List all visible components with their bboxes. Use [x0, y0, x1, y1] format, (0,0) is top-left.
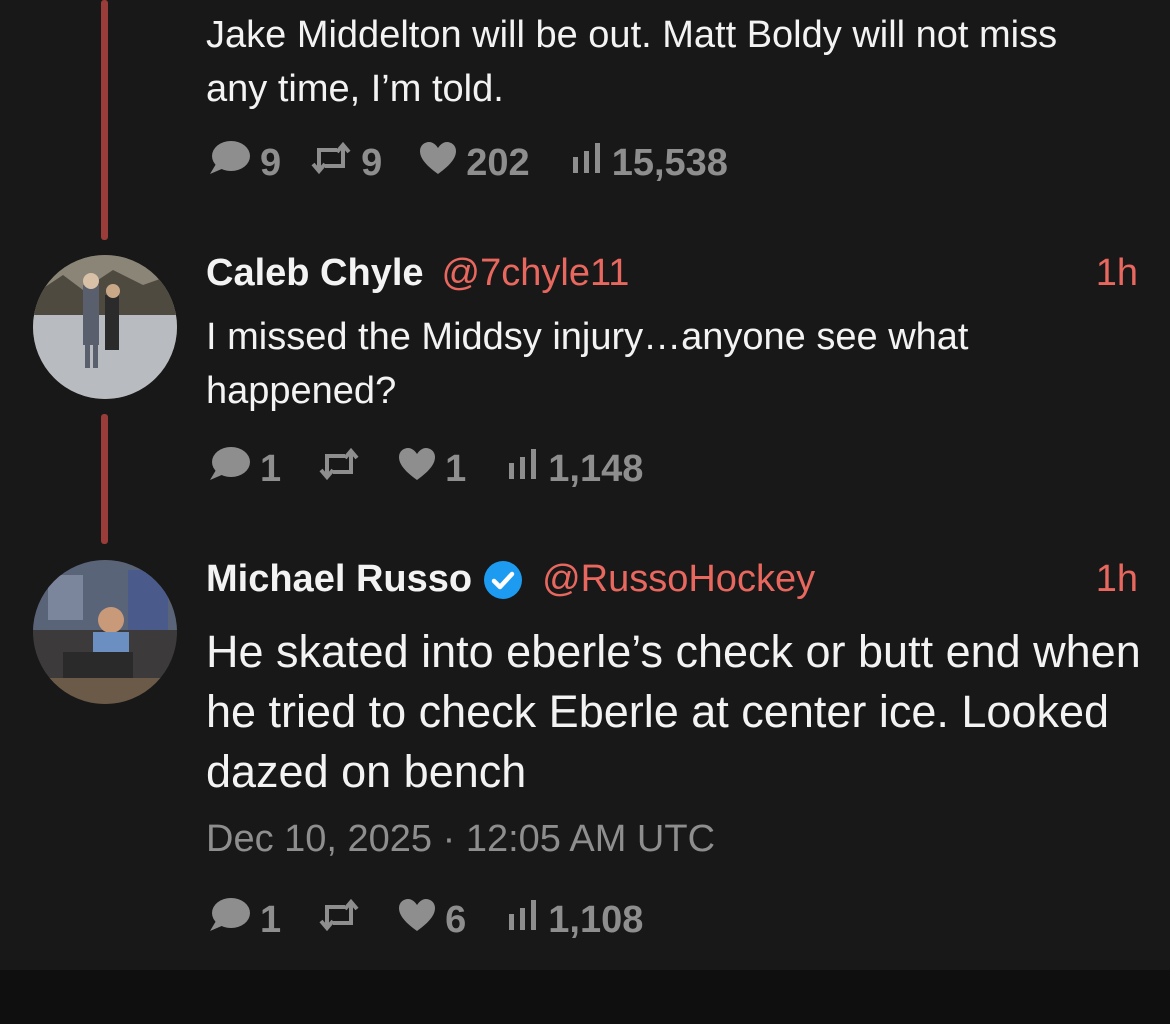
views-count: 15,538 — [611, 141, 728, 184]
comment-bubble-icon — [206, 444, 252, 494]
tweet-stats: 1 6 1,108 — [206, 895, 643, 945]
reply-count: 9 — [260, 141, 282, 184]
reply-button[interactable]: 9 — [206, 138, 281, 188]
tweet-time[interactable]: 1h — [1096, 252, 1138, 295]
comment-bubble-icon — [206, 895, 252, 945]
avatar[interactable] — [33, 255, 177, 399]
views-count: 1,108 — [548, 898, 644, 941]
retweet-count: 9 — [361, 141, 383, 184]
reply-count: 1 — [260, 447, 282, 490]
like-button[interactable]: 6 — [397, 897, 466, 943]
reply-count: 1 — [260, 898, 282, 941]
heart-icon — [397, 897, 437, 943]
tweet-text: He skated into eberle’s check or butt en… — [206, 626, 1141, 797]
reply-button[interactable]: 1 — [206, 444, 281, 494]
tweet-text: I missed the Middsy injury…anyone see wh… — [206, 316, 969, 412]
comment-bubble-icon — [206, 138, 252, 188]
avatar[interactable] — [33, 560, 177, 704]
retweet-icon — [309, 140, 353, 186]
reply-button[interactable]: 1 — [206, 895, 281, 945]
tweet-header: Caleb Chyle @7chyle11 — [206, 252, 629, 295]
views-stat[interactable]: 1,108 — [506, 898, 643, 942]
retweet-button[interactable]: 9 — [309, 140, 382, 186]
like-count: 6 — [445, 898, 467, 941]
views-bar-icon — [506, 447, 540, 491]
thread-connector-line — [101, 414, 108, 544]
views-bar-icon — [570, 141, 604, 185]
like-button[interactable]: 1 — [397, 446, 466, 492]
display-name[interactable]: Michael Russo — [206, 558, 472, 601]
retweet-button[interactable] — [317, 897, 369, 943]
retweet-icon — [317, 897, 361, 943]
views-stat[interactable]: 15,538 — [570, 141, 728, 185]
tweet-stats: 9 9 202 15,538 — [206, 138, 728, 188]
tweet-header: Michael Russo @RussoHockey — [206, 558, 815, 601]
views-count: 1,148 — [548, 447, 644, 490]
tweet-stats: 1 1 1,148 — [206, 444, 643, 494]
heart-icon — [397, 446, 437, 492]
retweet-button[interactable] — [317, 446, 369, 492]
like-count: 1 — [445, 447, 467, 490]
verified-badge-icon — [482, 559, 524, 601]
like-button[interactable]: 202 — [418, 140, 530, 186]
tweet-time[interactable]: 1h — [1096, 558, 1138, 601]
views-bar-icon — [506, 898, 540, 942]
reply-thread: Jake Middelton will be out. Matt Boldy w… — [0, 0, 1170, 970]
display-name[interactable]: Caleb Chyle — [206, 252, 424, 295]
user-handle[interactable]: @7chyle11 — [442, 252, 630, 295]
tweet-timestamp[interactable]: Dec 10, 2025 · 12:05 AM UTC — [206, 818, 715, 861]
like-count: 202 — [466, 141, 530, 184]
user-handle[interactable]: @RussoHockey — [542, 558, 815, 601]
heart-icon — [418, 140, 458, 186]
tweet-text: Jake Middelton will be out. Matt Boldy w… — [206, 14, 1058, 110]
bottom-bar — [0, 970, 1170, 1024]
views-stat[interactable]: 1,148 — [506, 447, 643, 491]
thread-connector-line — [101, 0, 108, 240]
retweet-icon — [317, 446, 361, 492]
